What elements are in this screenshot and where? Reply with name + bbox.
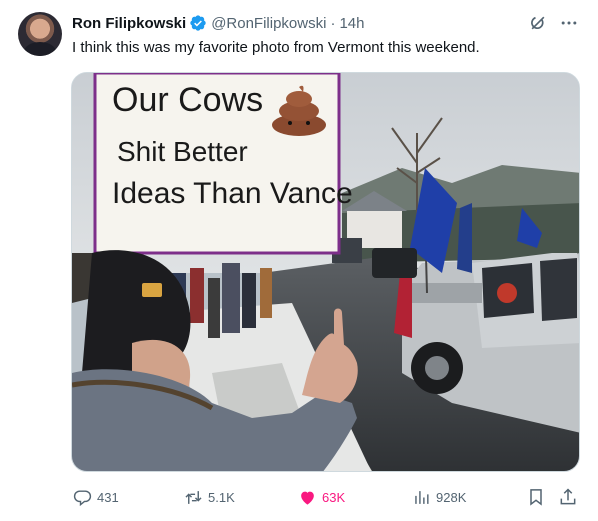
share-icon[interactable] [558,487,578,507]
tweet-header: Ron Filipkowski @RonFilipkowski · 14h [72,13,364,33]
author-handle[interactable]: @RonFilipkowski [211,15,326,32]
photo-scene: Our Cows Shit Better Ideas Than Vance [72,73,579,471]
post-text: I think this was my favorite photo from … [72,39,480,56]
verified-badge-icon [190,15,206,31]
reply-button[interactable]: 431 [73,484,119,510]
post-photo[interactable]: Our Cows Shit Better Ideas Than Vance [71,72,580,472]
views-count: 928K [436,489,467,505]
like-icon [301,491,314,505]
like-count: 63K [322,489,346,505]
tweet: Ron Filipkowski @RonFilipkowski · 14h I … [0,0,598,521]
bookmark-icon[interactable] [526,487,546,507]
protest-sign: Our Cows Shit Better Ideas Than Vance [93,73,353,255]
sign-line-2: Shit Better [117,136,248,167]
repost-button[interactable]: 5.1K [184,484,235,510]
action-bar: 431 5.1K 63K 928K [0,484,598,510]
more-icon[interactable] [558,13,580,33]
repost-count: 5.1K [208,489,235,505]
views-icon [415,490,429,504]
header-separator: · [330,14,336,32]
like-button[interactable]: 63K [298,484,345,510]
views-button[interactable]: 928K [412,484,466,510]
sign-line-3: Ideas Than Vance [112,177,353,210]
reply-icon [73,489,92,506]
repost-icon [185,490,202,504]
reply-count: 431 [97,489,119,505]
author-name[interactable]: Ron Filipkowski [72,15,186,32]
post-timestamp[interactable]: 14h [339,15,364,32]
sign-line-1: Our Cows [112,81,263,119]
grok-icon[interactable] [528,13,548,33]
avatar[interactable] [18,12,62,56]
